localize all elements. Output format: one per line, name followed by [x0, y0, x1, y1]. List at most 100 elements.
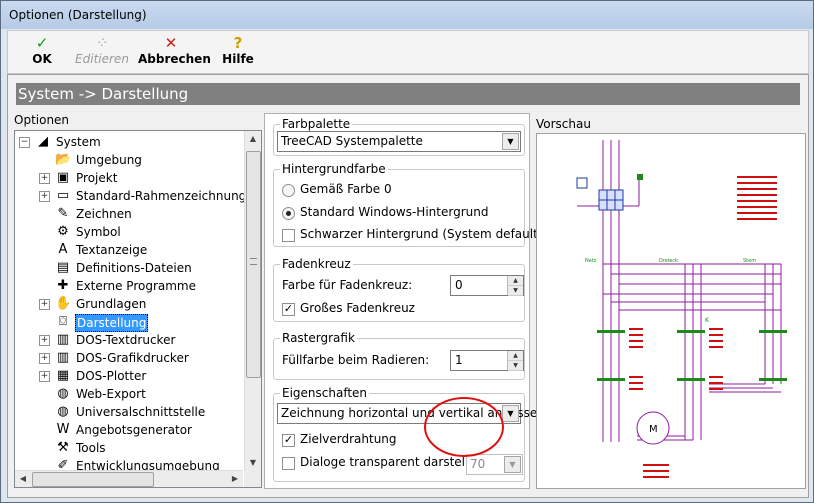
page-title: System -> Darstellung [16, 83, 800, 105]
check-icon: ✓ [35, 34, 49, 52]
fadenkreuz-color-stepper[interactable]: 0 ▲ ▼ [450, 275, 524, 296]
ok-button[interactable]: ✓ OK [22, 34, 62, 70]
tree-horizontal-scrollbar[interactable]: ◀ ▶ [15, 470, 243, 487]
fuellfarbe-value: 1 [455, 353, 463, 367]
sidebar-item-label: System [56, 135, 101, 149]
expand-icon[interactable]: + [39, 173, 50, 184]
zielverdrahtung-label: Zielverdrahtung [300, 432, 397, 446]
scroll-thumb[interactable] [246, 151, 261, 378]
sidebar-item-label: Zeichnen [76, 207, 132, 221]
checkbox-box [282, 229, 295, 242]
sidebar-item-label: Web-Export [76, 387, 146, 401]
radio-circle [282, 184, 295, 197]
tree-vertical-scrollbar[interactable]: ▲ ▼ [244, 131, 261, 471]
arrows-icon: ✚ [57, 278, 69, 293]
fuellfarbe-stepper[interactable]: 1 ▲ ▼ [450, 350, 524, 371]
edit-icon: ⁘ [95, 34, 109, 52]
motor-label: M [649, 424, 658, 435]
sidebar-item-tools[interactable]: ⚒ Tools [15, 439, 243, 457]
scroll-left-icon[interactable]: ◀ [15, 471, 31, 487]
farbpalette-legend: Farbpalette [280, 117, 353, 131]
sidebar-item-umgebung[interactable]: 📂 Umgebung [15, 151, 243, 169]
sidebar-item-label: Grundlagen [76, 297, 147, 311]
sidebar-item-dos-textdrucker[interactable]: + ▥ DOS-Textdrucker [15, 331, 243, 349]
cross-icon: ✕ [164, 34, 178, 52]
sidebar-item-label: DOS-Textdrucker [76, 333, 176, 347]
arrow-down-icon[interactable]: ▼ [508, 286, 523, 296]
sidebar-item-label: Umgebung [76, 153, 142, 167]
draw-icon: ✎ [57, 206, 69, 221]
sidebar-item-darstellung[interactable]: ⌼ Darstellung [15, 313, 243, 332]
dreieck-label: Dreieck [659, 258, 678, 264]
sidebar-item-web-export[interactable]: ◍ Web-Export [15, 385, 243, 403]
sidebar-item-label: Textanzeige [76, 243, 148, 257]
sidebar-item-universalschnittstelle[interactable]: ◍ Universalschnittstelle [15, 403, 243, 421]
sidebar-item-zeichnen[interactable]: ✎ Zeichnen [15, 205, 243, 223]
fadenkreuz-farbe-label: Farbe für Fadenkreuz: [282, 278, 413, 292]
arrow-up-icon[interactable]: ▲ [508, 351, 523, 361]
rastergrafik-group: Rastergrafik Füllfarbe beim Radieren: 1 … [273, 331, 525, 380]
options-tree: − ◢ System 📂 Umgebung + ▣ Projekt + ▭ Standard-Rah… [14, 130, 262, 488]
stepper-buttons[interactable]: ▲ ▼ [507, 276, 523, 296]
sidebar-item-grundlagen[interactable]: + ✋ Grundlagen [15, 295, 243, 313]
chevron-down-icon[interactable]: ▼ [502, 133, 519, 150]
expand-icon[interactable]: + [39, 191, 50, 202]
expand-icon[interactable]: + [39, 371, 50, 382]
collapse-icon[interactable]: − [19, 137, 30, 148]
ok-label: OK [32, 52, 52, 66]
symbol-icon: ⚙ [57, 224, 69, 239]
hintergrund-opt1-label: Gemäß Farbe 0 [300, 182, 392, 196]
farbpalette-select[interactable]: TreeCAD Systempalette ▼ [277, 131, 521, 152]
sidebar-item-textanzeige[interactable]: A Textanzeige [15, 241, 243, 259]
radio-circle [282, 207, 295, 220]
chevron-down-icon[interactable]: ▼ [504, 456, 521, 473]
hintergrund-group: Hintergrundfarbe Gemäß Farbe 0 Standard … [273, 162, 542, 247]
sidebar-item-dos-grafikdrucker[interactable]: + ▥ DOS-Grafikdrucker [15, 349, 243, 367]
sidebar-item-label: Tools [76, 441, 106, 455]
scroll-up-icon[interactable]: ▲ [245, 131, 261, 147]
rastergrafik-legend: Rastergrafik [280, 331, 357, 345]
cancel-button[interactable]: ✕ Abbrechen [138, 34, 211, 70]
arrow-up-icon[interactable]: ▲ [508, 276, 523, 286]
toolbar: ✓ OK ⁘ Editieren ✕ Abbrechen ? Hilfe [7, 30, 809, 74]
sidebar-item-symbol[interactable]: ⚙ Symbol [15, 223, 243, 241]
sidebar-item-standard-rahmenzeichnungen[interactable]: + ▭ Standard-Rahmenzeichnungen [15, 187, 261, 205]
sidebar-item-definitions-dateien[interactable]: ▤ Definitions-Dateien [15, 259, 243, 277]
red-annotation-circle [424, 397, 504, 457]
transparency-select[interactable]: 70 ▼ [466, 454, 523, 475]
netz-label: Netz [585, 258, 597, 264]
checkbox-check-icon: ✓ [282, 302, 295, 316]
scroll-right-icon[interactable]: ▶ [227, 471, 243, 487]
sidebar-item-label: Externe Programme [76, 279, 196, 293]
project-icon: ▣ [56, 170, 70, 185]
sidebar-item-label: Universalschnittstelle [76, 405, 206, 419]
hscroll-thumb[interactable] [32, 472, 154, 487]
sidebar-item-system[interactable]: − ◢ System [15, 133, 243, 151]
expand-icon[interactable]: + [39, 353, 50, 364]
help-button[interactable]: ? Hilfe [218, 34, 258, 70]
scroll-corner [244, 471, 261, 487]
arrow-down-icon[interactable]: ▼ [508, 361, 523, 371]
schematic-preview: M Netz Dreieck Stern K [576, 140, 787, 478]
stepper-buttons[interactable]: ▲ ▼ [507, 351, 523, 371]
scroll-down-icon[interactable]: ▼ [245, 455, 261, 471]
hintergrund-opt2-label: Standard Windows-Hintergrund [300, 205, 489, 219]
options-window: Optionen (Darstellung) ✓ OK ⁘ Editieren … [0, 0, 814, 503]
expand-icon[interactable]: + [39, 335, 50, 346]
title-bar: Optionen (Darstellung) [1, 1, 813, 29]
chevron-down-icon[interactable]: ▼ [502, 405, 519, 422]
edit-label: Editieren [75, 52, 129, 66]
expand-icon[interactable]: + [39, 299, 50, 310]
sidebar-item-externe-programme[interactable]: ✚ Externe Programme [15, 277, 243, 295]
folder-open-icon: 📂 [55, 152, 72, 167]
display-icon: ⌼ [59, 314, 67, 329]
edit-button[interactable]: ⁘ Editieren [70, 34, 134, 70]
hand-icon: ✋ [55, 296, 72, 311]
sidebar-item-projekt[interactable]: + ▣ Projekt [15, 169, 243, 187]
sidebar-item-dos-plotter[interactable]: + ▦ DOS-Plotter [15, 367, 243, 385]
text-icon: A [58, 242, 68, 257]
eigenschaften-legend: Eigenschaften [280, 386, 370, 400]
window-title: Optionen (Darstellung) [9, 8, 147, 22]
sidebar-item-angebotsgenerator[interactable]: W Angebotsgenerator [15, 421, 243, 439]
cancel-label: Abbrechen [138, 52, 211, 66]
